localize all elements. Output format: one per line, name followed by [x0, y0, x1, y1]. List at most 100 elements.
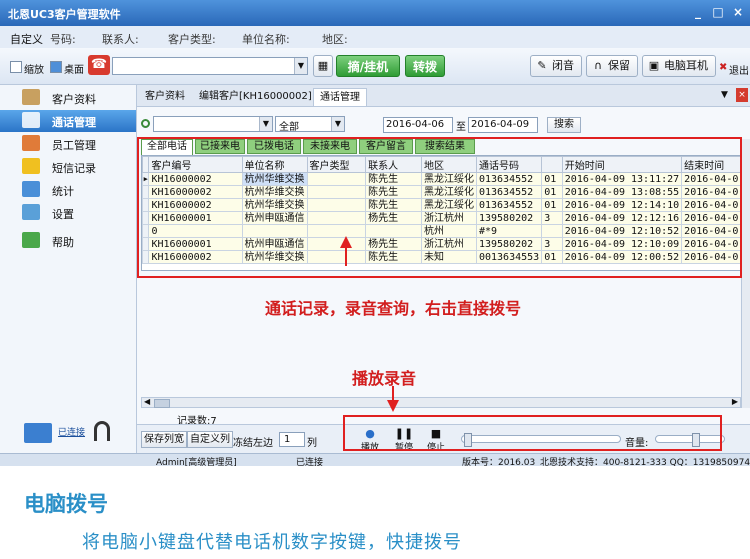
sidebar-item-label: 员工管理	[52, 139, 96, 152]
grid-annotation: 通话记录，录音查询，右击直接拨号	[265, 299, 522, 318]
grid-arrow	[345, 248, 347, 266]
customize-link[interactable]: 自定义	[10, 31, 43, 47]
scope-value: 全部	[279, 122, 299, 133]
date-from-input[interactable]: 2016-04-06	[383, 117, 453, 133]
sidebar-item-calls[interactable]: 通话管理	[0, 110, 136, 132]
telephone-icon[interactable]: ☎	[88, 55, 110, 75]
settings-icon	[22, 204, 40, 220]
sidebar-item-stats[interactable]: 统计	[0, 179, 136, 201]
computer-icon	[24, 423, 52, 443]
tab-customers[interactable]: 客户资料	[139, 88, 191, 106]
scrollbar-thumb[interactable]	[154, 399, 170, 408]
keypad-button[interactable]: ▦	[313, 55, 333, 77]
column-suffix-label: 列	[307, 438, 317, 449]
player-arrow	[392, 386, 394, 400]
search-button[interactable]: 搜索	[547, 117, 581, 133]
filter-bar: ▼ 全部 ▼ 2016-04-06 至 2016-04-09 搜索	[137, 107, 750, 139]
phone-label: 号码:	[50, 33, 76, 46]
save-column-width-button[interactable]: 保存列宽	[141, 431, 187, 448]
mute-button[interactable]: ✎ 闭音	[530, 55, 582, 77]
dial-number-input[interactable]: ▼	[112, 57, 308, 75]
player-arrow-head	[387, 400, 399, 412]
chevron-down-icon[interactable]: ▼	[294, 58, 307, 74]
player-highlight	[343, 415, 722, 451]
desktop-label: 桌面	[64, 65, 84, 76]
company-label: 单位名称:	[242, 33, 290, 46]
headset-icon	[94, 421, 110, 441]
player-annotation: 播放录音	[352, 369, 417, 388]
status-bar: Admin[高级管理员] 已连接 版本号：2016.03 北恩技术支持：400-…	[0, 453, 750, 466]
minimize-button[interactable]: _	[690, 5, 706, 19]
footer-title: 电脑拨号	[24, 492, 108, 516]
area-label: 地区:	[322, 33, 348, 46]
connection-status: 已连接	[58, 428, 86, 438]
help-icon	[22, 232, 40, 248]
customer-info-row: 自定义 号码: 联系人: 客户类型: 单位名称: 地区:	[0, 26, 750, 49]
close-button[interactable]: ×	[730, 5, 746, 19]
vertical-scrollbar[interactable]	[741, 139, 750, 408]
tab-bar: 客户资料 编辑客户[KH16000002] 通话管理 ▼ ×	[137, 85, 750, 107]
horizontal-scrollbar[interactable]: ◀ ▶	[141, 397, 741, 408]
custom-columns-button[interactable]: 自定义列	[187, 431, 233, 448]
phone-icon	[22, 112, 40, 128]
close-tab-icon[interactable]: ×	[736, 88, 748, 102]
maximize-button[interactable]: □	[710, 5, 726, 19]
sidebar-item-label: 客户资料	[52, 93, 96, 106]
sidebar-item-label: 通话管理	[52, 116, 96, 129]
scope-select[interactable]: 全部 ▼	[275, 116, 345, 133]
search-icon	[141, 119, 150, 128]
hold-button[interactable]: ∩ 保留	[586, 55, 638, 77]
shrink-checkbox[interactable]	[10, 61, 22, 73]
exit-icon[interactable]: ✖	[719, 62, 727, 73]
chevron-down-icon[interactable]: ▼	[331, 117, 344, 131]
sidebar-item-help[interactable]: 帮助	[0, 230, 136, 252]
sidebar-item-label: 帮助	[52, 236, 74, 249]
customer-icon	[22, 89, 40, 105]
tab-edit-customer[interactable]: 编辑客户[KH16000002]	[193, 88, 318, 106]
sidebar-item-label: 短信记录	[52, 162, 96, 175]
call-records-highlight	[137, 137, 742, 278]
exit-button[interactable]: 退出	[729, 62, 749, 77]
headphones-icon: ∩	[593, 59, 603, 72]
date-from-value: 2016-04-06	[386, 119, 445, 130]
mute-icon: ✎	[537, 59, 547, 72]
customer-type-label: 客户类型:	[168, 33, 216, 46]
pc-headset-label: 电脑耳机	[664, 59, 708, 72]
stats-icon	[22, 181, 40, 197]
tab-list-chevron-icon[interactable]: ▼	[721, 90, 728, 100]
chevron-down-icon[interactable]: ▼	[259, 117, 272, 131]
desktop-checkbox[interactable]	[50, 61, 62, 73]
hangup-button[interactable]: 摘/挂机	[336, 55, 400, 77]
scroll-left-icon[interactable]: ◀	[144, 397, 150, 406]
freeze-column-value: 1	[284, 434, 291, 445]
mute-label: 闭音	[552, 59, 574, 72]
sidebar-item-sms[interactable]: 短信记录	[0, 156, 136, 178]
toolbar: 缩放 桌面 ☎ ▼ ▦ 摘/挂机 转拨 ✎ 闭音 ∩ 保留 ▣ 电脑耳机 ✖ 退出	[0, 48, 750, 85]
sms-icon	[22, 158, 40, 174]
status-version: 版本号：2016.03	[462, 458, 536, 466]
status-support: 北恩技术支持：400-8121-333 QQ：1319850974	[540, 458, 750, 466]
sidebar-item-label: 设置	[52, 208, 74, 221]
grid-arrow-head	[340, 236, 352, 248]
tab-call-management[interactable]: 通话管理	[313, 88, 367, 106]
staff-icon	[22, 135, 40, 151]
freeze-column-stepper[interactable]: 1	[279, 432, 305, 447]
status-connection: 已连接	[296, 458, 324, 466]
app-window: 北恩UC3客户管理软件 _ □ × 自定义 号码: 联系人: 客户类型: 单位名…	[0, 0, 750, 466]
status-user: Admin[高级管理员]	[156, 458, 237, 466]
sidebar-item-label: 统计	[52, 185, 74, 198]
title-bar: 北恩UC3客户管理软件 _ □ ×	[0, 0, 750, 26]
footer-subtitle: 将电脑小键盘代替电话机数字按键，快捷拨号	[82, 532, 462, 553]
date-to-value: 2016-04-09	[471, 119, 530, 130]
transfer-button[interactable]: 转拨	[405, 55, 445, 77]
sidebar-item-settings[interactable]: 设置	[0, 202, 136, 224]
scroll-right-icon[interactable]: ▶	[732, 397, 738, 406]
pc-headset-button[interactable]: ▣ 电脑耳机	[642, 55, 716, 77]
date-to-input[interactable]: 2016-04-09	[468, 117, 538, 133]
keyword-select[interactable]: ▼	[153, 116, 273, 132]
shrink-label: 缩放	[24, 65, 44, 76]
freeze-left-label: 冻结左边	[233, 438, 273, 449]
contact-label: 联系人:	[102, 33, 139, 46]
sidebar-item-staff[interactable]: 员工管理	[0, 133, 136, 155]
sidebar-item-customers[interactable]: 客户资料	[0, 87, 136, 109]
